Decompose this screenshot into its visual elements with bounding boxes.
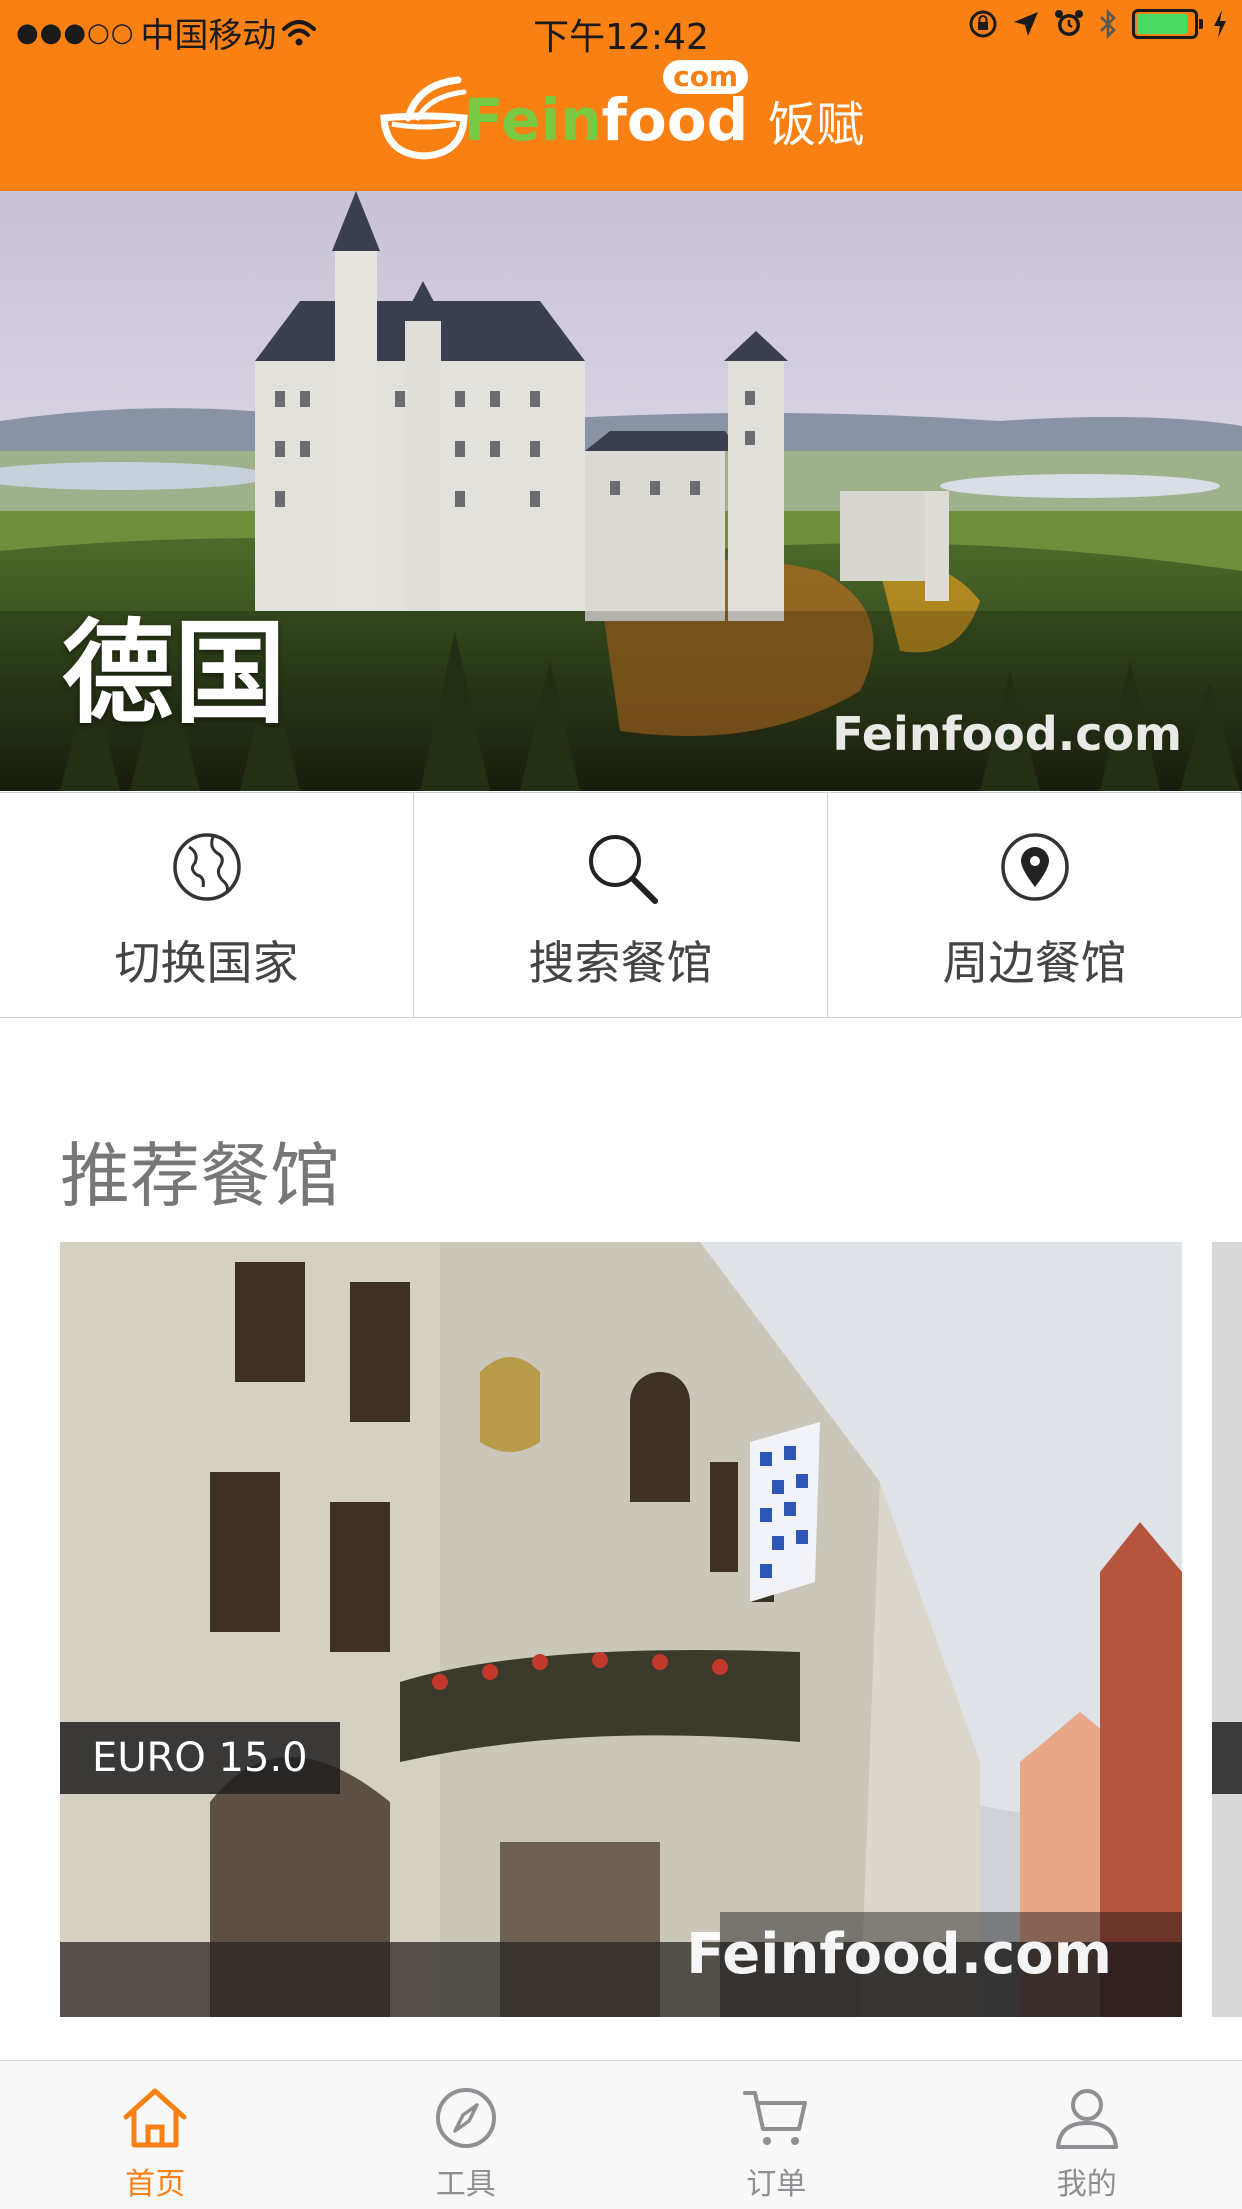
logo-wordmark: Feinfood (464, 91, 748, 149)
bluetooth-icon (1098, 8, 1118, 40)
price-tag: EURO 15.0 (60, 1722, 340, 1794)
tab-home[interactable]: 首页 (0, 2061, 311, 2209)
search-restaurant-button[interactable]: 搜索餐馆 (414, 793, 828, 1017)
card-watermark: Feinfood.com (686, 1922, 1112, 1987)
nearby-restaurant-label: 周边餐馆 (943, 927, 1127, 993)
restaurant-card[interactable]: EURO 15.0 Feinfood.com (60, 1242, 1182, 2017)
recommended-section-title: 推荐餐馆 (60, 1120, 340, 1221)
logo-fein: Fein (464, 86, 602, 154)
battery-level (1137, 14, 1187, 34)
hero-watermark: Feinfood.com (832, 707, 1182, 761)
switch-country-button[interactable]: 切换国家 (0, 793, 414, 1017)
home-icon (120, 2083, 190, 2153)
tab-bar: 首页 工具 订单 我的 (0, 2060, 1242, 2209)
tab-orders[interactable]: 订单 (621, 2061, 932, 2209)
switch-country-label: 切换国家 (115, 927, 299, 993)
tab-tools[interactable]: 工具 (311, 2061, 622, 2209)
country-title: 德国 (62, 583, 286, 745)
cart-icon (741, 2083, 811, 2153)
tab-me-label: 我的 (1057, 2159, 1117, 2203)
bowl-logo-icon (378, 74, 470, 166)
restaurant-photo (60, 1242, 1182, 2017)
logo-food: food (602, 86, 748, 154)
tab-me[interactable]: 我的 (932, 2061, 1242, 2209)
location-pin-icon (997, 829, 1073, 905)
orientation-lock-icon (968, 9, 998, 39)
compass-icon (431, 2083, 501, 2153)
next-card-price-tag (1212, 1722, 1242, 1794)
status-bar: ●●●○○ 中国移动 下午12:42 (0, 0, 1242, 60)
charging-icon (1212, 9, 1228, 39)
location-arrow-icon (1012, 10, 1040, 38)
tab-home-label: 首页 (125, 2159, 185, 2203)
search-restaurant-label: 搜索餐馆 (529, 927, 713, 993)
feinfood-logo: Feinfood com (378, 74, 748, 166)
app-header: ●●●○○ 中国移动 下午12:42 (0, 0, 1242, 191)
tab-orders-label: 订单 (746, 2159, 806, 2203)
nearby-restaurant-button[interactable]: 周边餐馆 (828, 793, 1242, 1017)
globe-icon (169, 829, 245, 905)
tab-tools-label: 工具 (436, 2159, 496, 2203)
country-banner[interactable]: 德国 Feinfood.com (0, 191, 1242, 791)
quick-actions: 切换国家 搜索餐馆 周边餐馆 (0, 792, 1242, 1018)
app-logo: Feinfood com 饭赋 (0, 70, 1242, 170)
logo-com-badge: com (663, 60, 748, 94)
battery-icon (1132, 9, 1198, 39)
status-icons (968, 8, 1228, 40)
alarm-icon (1054, 9, 1084, 39)
logo-chinese-name: 饭赋 (768, 85, 864, 155)
user-icon (1052, 2083, 1122, 2153)
next-restaurant-card-peek[interactable] (1212, 1242, 1242, 2017)
search-icon (583, 829, 659, 905)
